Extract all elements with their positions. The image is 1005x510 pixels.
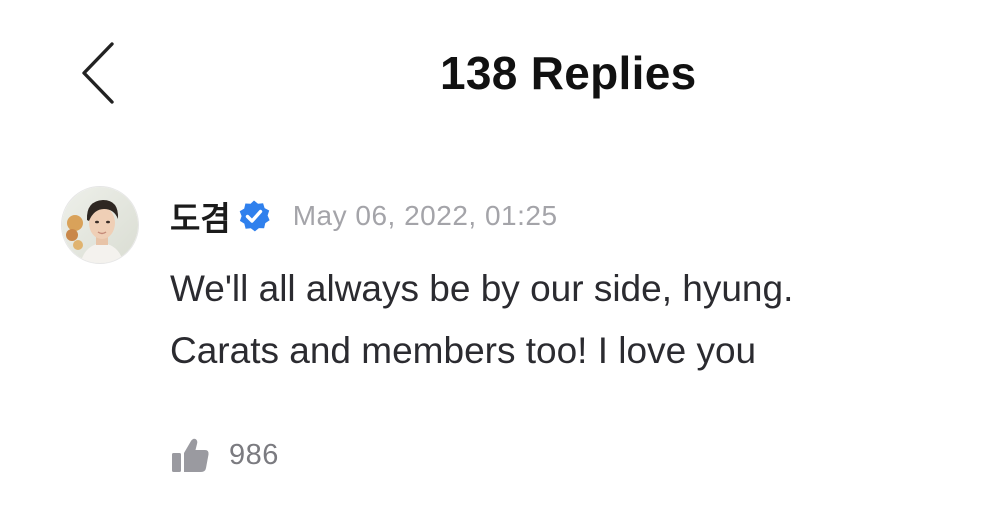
comment-line: We'll all always be by our side, hyung. (170, 268, 794, 309)
chevron-left-icon (82, 42, 114, 104)
username[interactable]: 도겸 (170, 192, 231, 240)
comment-text: We'll all always be by our side, hyung. … (170, 258, 970, 382)
comment-line: Carats and members too! I love you (170, 330, 757, 371)
header: 138 Replies (0, 0, 1005, 150)
like-count: 986 (229, 438, 279, 471)
thumbs-up-icon (172, 438, 209, 472)
user-photo-avatar (62, 187, 138, 263)
verified-badge-icon (239, 200, 270, 232)
avatar[interactable] (61, 186, 139, 264)
back-button[interactable] (74, 40, 124, 106)
comment-timestamp: May 06, 2022, 01:25 (292, 200, 558, 231)
like-button[interactable]: 986 (170, 432, 279, 478)
comment-header: 도겸 May 06, 2022, 01:25 (170, 193, 558, 239)
replies-page: 138 Replies 도겸 May 06, 2022, 01:25 We'll… (0, 0, 1005, 510)
page-title: 138 Replies (440, 47, 697, 99)
